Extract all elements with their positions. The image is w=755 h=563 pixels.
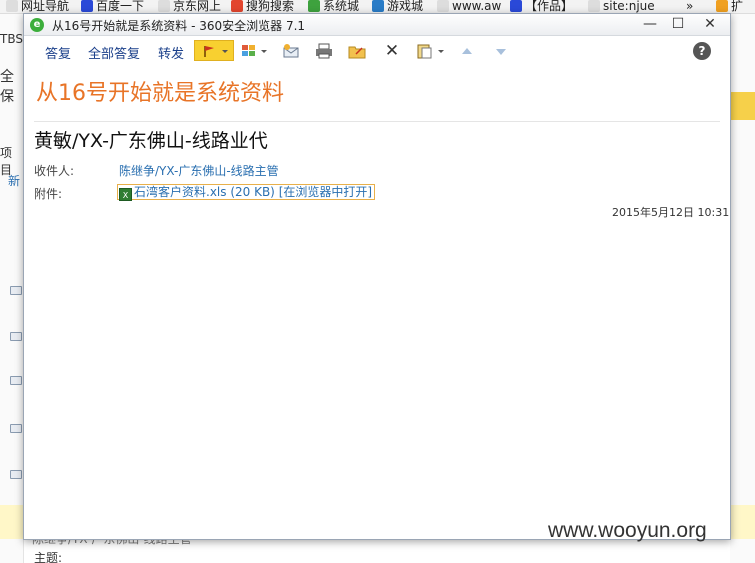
move-to-folder-button[interactable]: [347, 42, 367, 60]
envelope-icon: [10, 376, 22, 385]
bookmark-njue[interactable]: site:njue: [588, 0, 655, 13]
bookmarks-bar: 网址导航 百度一下 京东网上 搜狗搜索 系统城 游戏城 www.aw 【作品】 …: [0, 0, 755, 14]
bookmark-jd[interactable]: 京东网上: [158, 0, 221, 13]
paw-icon: [81, 0, 93, 12]
reply-button[interactable]: 答复: [45, 43, 71, 62]
delete-icon: ✕: [384, 41, 400, 61]
next-item-button[interactable]: [491, 42, 511, 60]
attachment-name[interactable]: 石湾客户资料.xls (20 KB): [134, 185, 275, 199]
attachment-label: 附件:: [34, 187, 63, 201]
bg-text-xin: 新: [8, 174, 21, 188]
bg-subject-label: 主题:: [34, 551, 63, 563]
cheng-icon: [372, 0, 384, 12]
open-in-browser-link[interactable]: [在浏览器中打开]: [279, 185, 372, 199]
help-icon: ?: [698, 44, 706, 58]
background-highlight-right: [730, 92, 755, 120]
forward-button[interactable]: 转发: [158, 43, 184, 62]
folder-icon: [348, 46, 366, 59]
help-button[interactable]: ?: [693, 42, 711, 60]
email-subject: 从16号开始就是系统资料: [36, 81, 284, 106]
arrow-up-icon: [462, 48, 472, 54]
print-button[interactable]: [314, 42, 334, 60]
bookmark-nav[interactable]: 网址导航: [6, 0, 69, 13]
flag-button[interactable]: [194, 40, 234, 61]
flag-icon: [204, 46, 228, 57]
background-page-left: TBS 全保 项目 新: [0, 14, 24, 563]
email-sender: 黄敏/YX-广东佛山-线路业代: [34, 130, 268, 152]
bg-text-tbs: TBS: [0, 32, 23, 46]
print-icon: [316, 43, 332, 59]
reply-all-button[interactable]: 全部答复: [88, 43, 140, 62]
bookmark-xitongcheng[interactable]: 系统城: [308, 0, 359, 13]
leaf-icon: [308, 0, 320, 12]
excel-file-icon: X: [119, 188, 132, 201]
bookmark-zuopin[interactable]: 【作品】: [510, 0, 573, 13]
clipboard-icon: [417, 44, 444, 59]
extension-icon: [716, 0, 728, 12]
envelope-icon: [10, 470, 22, 479]
categorize-button[interactable]: [240, 42, 270, 60]
bookmark-sogou[interactable]: 搜狗搜索: [231, 0, 294, 13]
bookmark-baidu[interactable]: 百度一下: [81, 0, 144, 13]
copy-button[interactable]: [414, 42, 448, 60]
mail-toolbar: 答复 全部答复 转发 ✕ ?: [24, 37, 730, 65]
sogou-icon: [231, 0, 243, 12]
previous-item-button[interactable]: [457, 42, 477, 60]
arrow-down-icon: [496, 49, 506, 55]
browser-logo-icon: e: [30, 18, 44, 32]
email-popup-window: e 从16号开始就是系统资料 - 360安全浏览器 7.1 — ☐ ✕ 答复 全…: [23, 13, 731, 540]
watermark: www.wooyun.org: [548, 519, 707, 542]
envelope-icon: [10, 332, 22, 341]
mail-open-icon: [283, 44, 299, 58]
envelope-icon: [10, 424, 22, 433]
email-date: 2015年5月12日 10:31: [612, 206, 730, 219]
page-icon: [588, 0, 600, 12]
page-icon: [437, 0, 449, 12]
reply-mail-button[interactable]: [281, 42, 301, 60]
categorize-icon: [242, 45, 267, 56]
page-icon: [6, 0, 18, 12]
window-title: 从16号开始就是系统资料 - 360安全浏览器 7.1: [52, 19, 306, 33]
close-button[interactable]: ✕: [696, 14, 724, 35]
delete-button[interactable]: ✕: [382, 42, 402, 60]
bookmark-aw[interactable]: www.aw: [437, 0, 501, 13]
attachment-item[interactable]: X 石湾客户资料.xls (20 KB) [在浏览器中打开]: [117, 184, 376, 201]
recipient-label: 收件人:: [34, 164, 75, 178]
page-icon: [158, 0, 170, 12]
bookmark-ext[interactable]: 扩: [716, 0, 743, 13]
bookmarks-more-button[interactable]: »: [686, 0, 693, 13]
envelope-icon: [10, 286, 22, 295]
bookmark-youxicheng[interactable]: 游戏城: [372, 0, 423, 13]
paw-icon: [510, 0, 522, 12]
bg-text-quanbao: 全保: [0, 69, 14, 105]
maximize-button[interactable]: ☐: [664, 14, 692, 35]
minimize-button[interactable]: —: [636, 14, 664, 35]
header-divider: [34, 121, 720, 122]
recipient-link[interactable]: 陈继争/YX-广东佛山-线路主管: [119, 162, 279, 179]
title-bar[interactable]: e 从16号开始就是系统资料 - 360安全浏览器 7.1 — ☐ ✕: [24, 14, 730, 36]
